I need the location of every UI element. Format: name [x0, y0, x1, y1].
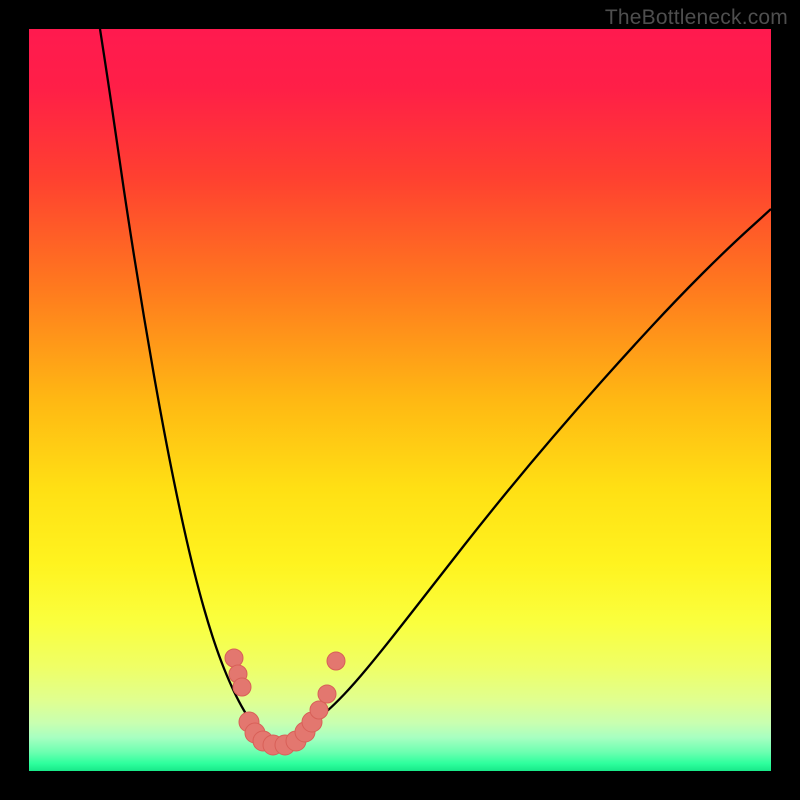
right-curve — [309, 209, 771, 725]
left-curve — [100, 29, 252, 725]
chart-frame — [29, 29, 771, 771]
data-marker — [318, 685, 336, 703]
data-marker — [310, 701, 328, 719]
data-marker — [225, 649, 243, 667]
chart-curves-svg — [29, 29, 771, 771]
data-marker — [327, 652, 345, 670]
watermark-text: TheBottleneck.com — [605, 6, 788, 30]
data-marker — [233, 678, 251, 696]
marker-group — [225, 649, 345, 755]
